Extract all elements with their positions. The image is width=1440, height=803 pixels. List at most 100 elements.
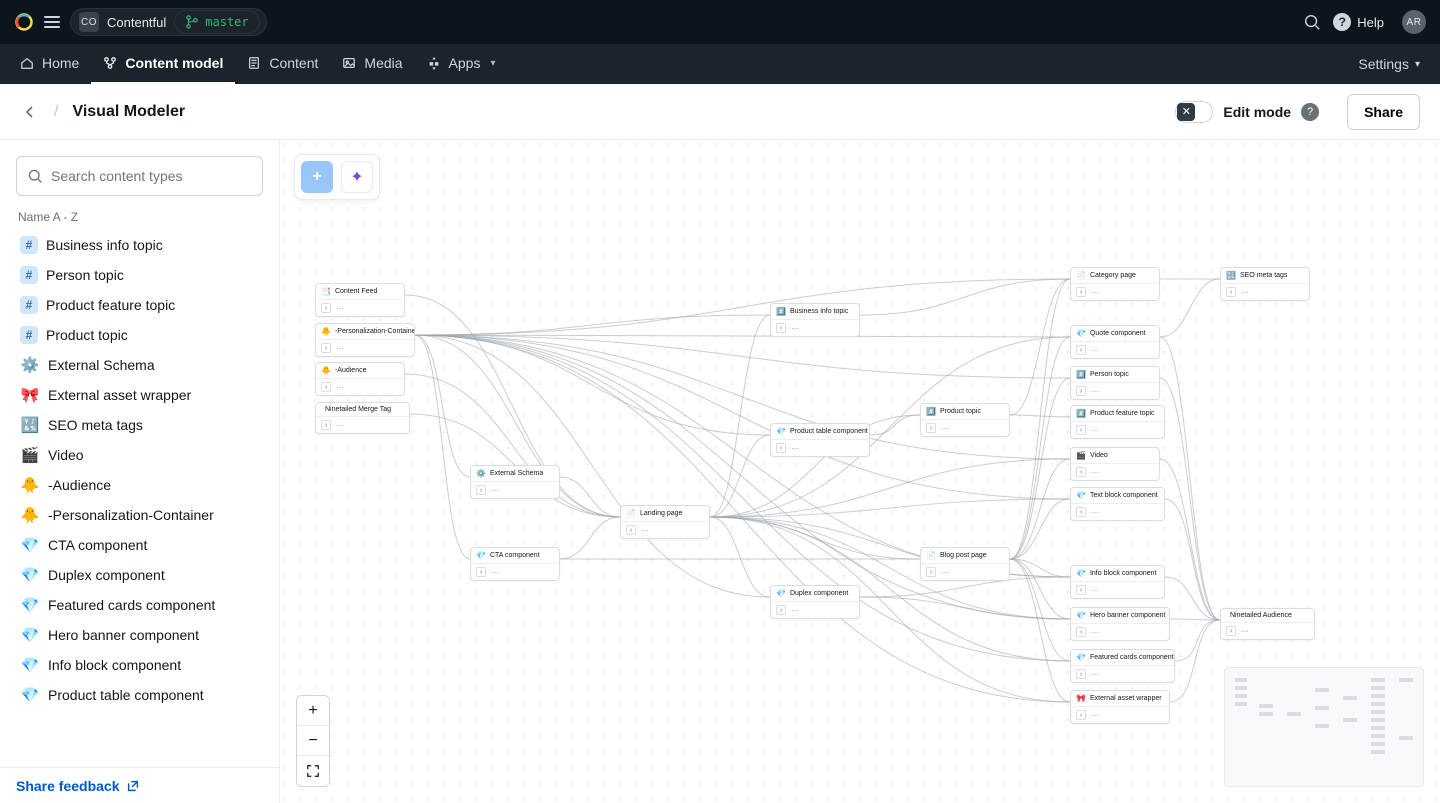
node-personal-container[interactable]: 🐥-Personalization-Container›⋯ (315, 323, 415, 357)
expand-icon[interactable]: › (776, 605, 786, 615)
expand-icon[interactable]: › (926, 567, 936, 577)
branch-chip[interactable]: master (174, 10, 259, 34)
node-quote[interactable]: 💎Quote component›⋯ (1070, 325, 1160, 359)
zoom-in-button[interactable]: + (297, 696, 329, 726)
expand-icon[interactable]: › (321, 303, 331, 313)
node-infoblock[interactable]: 💎Info block component›⋯ (1070, 565, 1165, 599)
node-video[interactable]: 🎬Video›⋯ (1070, 447, 1160, 481)
nav-apps[interactable]: Apps▾ (415, 44, 508, 84)
more-icon[interactable]: ⋯ (1241, 627, 1250, 636)
more-icon[interactable]: ⋯ (1091, 288, 1100, 297)
content-type-item[interactable]: 💎Product table component (16, 680, 263, 710)
canvas[interactable]: + ✦ + − 📑Content Feed›⋯🐥-Personaliz (280, 140, 1440, 803)
fit-view-button[interactable] (297, 756, 329, 786)
more-icon[interactable]: ⋯ (791, 324, 800, 333)
node-ext-asset[interactable]: 🎀External asset wrapper›⋯ (1070, 690, 1170, 724)
content-type-item[interactable]: 💎Duplex component (16, 560, 263, 590)
content-type-item[interactable]: 🐥-Audience (16, 470, 263, 500)
node-seo[interactable]: 🔣SEO meta tags›⋯ (1220, 267, 1310, 301)
more-icon[interactable]: ⋯ (336, 344, 345, 353)
node-cta[interactable]: 💎CTA component›⋯ (470, 547, 560, 581)
expand-icon[interactable]: › (776, 443, 786, 453)
expand-icon[interactable]: › (776, 323, 786, 333)
node-product-table[interactable]: 💎Product table component›⋯ (770, 423, 870, 457)
content-type-item[interactable]: 💎Info block component (16, 650, 263, 680)
minimap[interactable] (1224, 667, 1424, 787)
more-icon[interactable]: ⋯ (491, 486, 500, 495)
content-type-item[interactable]: #Product feature topic (16, 290, 263, 320)
content-type-item[interactable]: 💎CTA component (16, 530, 263, 560)
expand-icon[interactable]: › (476, 567, 486, 577)
content-type-item[interactable]: 🐥-Personalization-Container (16, 500, 263, 530)
node-audience[interactable]: 🐥-Audience›⋯ (315, 362, 405, 396)
expand-icon[interactable]: › (1076, 627, 1086, 637)
more-icon[interactable]: ⋯ (1091, 468, 1100, 477)
content-type-item[interactable]: #Person topic (16, 260, 263, 290)
search-icon[interactable] (1301, 11, 1323, 33)
expand-icon[interactable]: › (1226, 626, 1236, 636)
expand-icon[interactable]: › (1076, 467, 1086, 477)
expand-icon[interactable]: › (1226, 287, 1236, 297)
more-icon[interactable]: ⋯ (791, 444, 800, 453)
node-product-topic[interactable]: #️⃣Product topic›⋯ (920, 403, 1010, 437)
expand-icon[interactable]: › (1076, 345, 1086, 355)
zoom-out-button[interactable]: − (297, 726, 329, 756)
content-type-item[interactable]: 🎬Video (16, 440, 263, 470)
expand-icon[interactable]: › (476, 485, 486, 495)
more-icon[interactable]: ⋯ (941, 424, 950, 433)
content-type-item[interactable]: 🎀External asset wrapper (16, 380, 263, 410)
menu-icon[interactable] (44, 16, 60, 28)
search-input-wrapper[interactable] (16, 156, 263, 196)
node-blog-post[interactable]: 📄Blog post page›⋯ (920, 547, 1010, 581)
content-type-item[interactable]: #Product topic (16, 320, 263, 350)
more-icon[interactable]: ⋯ (1091, 346, 1100, 355)
share-feedback-link[interactable]: Share feedback (16, 778, 140, 794)
edit-mode-help-icon[interactable]: ? (1301, 103, 1319, 121)
expand-icon[interactable]: › (1076, 425, 1086, 435)
edit-mode-toggle[interactable]: ✕ (1175, 101, 1213, 123)
expand-icon[interactable]: › (321, 343, 331, 353)
more-icon[interactable]: ⋯ (1091, 628, 1100, 637)
nav-settings[interactable]: Settings▾ (1346, 44, 1432, 84)
user-avatar[interactable]: AR (1402, 10, 1426, 34)
node-business-info[interactable]: #️⃣Business info topic›⋯ (770, 303, 860, 337)
expand-icon[interactable]: › (626, 525, 636, 535)
expand-icon[interactable]: › (1076, 710, 1086, 720)
node-textblock[interactable]: 💎Text block component›⋯ (1070, 487, 1165, 521)
ai-sparkle-button[interactable]: ✦ (341, 161, 373, 193)
content-type-item[interactable]: 💎Hero banner component (16, 620, 263, 650)
expand-icon[interactable]: › (1076, 585, 1086, 595)
node-duplex[interactable]: 💎Duplex component›⋯ (770, 585, 860, 619)
more-icon[interactable]: ⋯ (1091, 387, 1100, 396)
node-content-feed[interactable]: 📑Content Feed›⋯ (315, 283, 405, 317)
expand-icon[interactable]: › (1076, 669, 1086, 679)
more-icon[interactable]: ⋯ (336, 421, 345, 430)
expand-icon[interactable]: › (321, 382, 331, 392)
more-icon[interactable]: ⋯ (791, 606, 800, 615)
node-nt-audience[interactable]: Ninetailed Audience›⋯ (1220, 608, 1315, 640)
content-type-item[interactable]: 🔣SEO meta tags (16, 410, 263, 440)
node-landing[interactable]: 📄Landing page›⋯ (620, 505, 710, 539)
more-icon[interactable]: ⋯ (1091, 426, 1100, 435)
node-category[interactable]: 📄Category page›⋯ (1070, 267, 1160, 301)
more-icon[interactable]: ⋯ (1091, 670, 1100, 679)
more-icon[interactable]: ⋯ (1091, 711, 1100, 720)
more-icon[interactable]: ⋯ (641, 526, 650, 535)
add-node-button[interactable]: + (301, 161, 333, 193)
node-person[interactable]: #️⃣Person topic›⋯ (1070, 366, 1160, 400)
content-type-item[interactable]: #Business info topic (16, 230, 263, 260)
expand-icon[interactable]: › (1076, 386, 1086, 396)
expand-icon[interactable]: › (1076, 287, 1086, 297)
nav-media[interactable]: Media (330, 44, 414, 84)
nav-home[interactable]: Home (8, 44, 91, 84)
node-featured[interactable]: 💎Featured cards component›⋯ (1070, 649, 1175, 683)
node-external-schema[interactable]: ⚙️External Schema›⋯ (470, 465, 560, 499)
more-icon[interactable]: ⋯ (336, 304, 345, 313)
search-input[interactable] (51, 168, 252, 184)
more-icon[interactable]: ⋯ (336, 383, 345, 392)
nav-content-model[interactable]: Content model (91, 44, 235, 84)
more-icon[interactable]: ⋯ (1091, 586, 1100, 595)
node-merge-tag[interactable]: Ninetailed Merge Tag›⋯ (315, 402, 410, 434)
content-type-item[interactable]: ⚙️External Schema (16, 350, 263, 380)
more-icon[interactable]: ⋯ (1241, 288, 1250, 297)
